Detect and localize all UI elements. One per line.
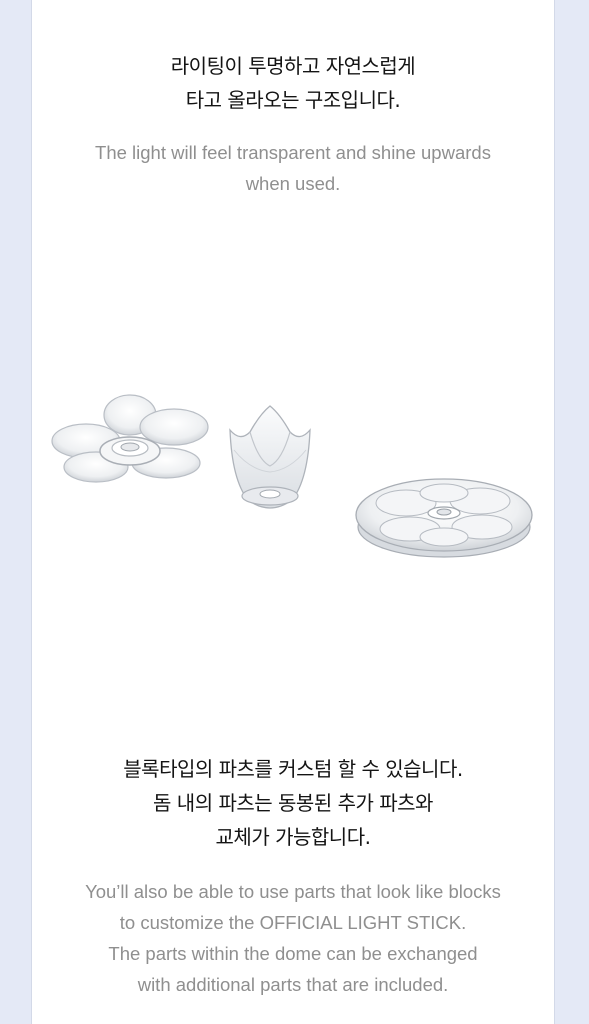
section2-korean-line-3: 교체가 가능합니다. [215, 825, 371, 849]
section1-english-line-2: when used. [245, 173, 341, 194]
section2-english-line-4: with additional parts that are included. [137, 974, 449, 995]
tulip-part-middle [229, 405, 311, 509]
section2-korean-line-2: 돔 내의 파츠는 동봉된 추가 파츠와 [153, 791, 433, 815]
section1-korean-text: 라이팅이 투명하고 자연스럽게 타고 올라오는 구조입니다. [32, 49, 554, 117]
section2-english-line-2: to customize the OFFICIAL LIGHT STICK. [119, 912, 467, 933]
section1-korean-line-2: 타고 올라오는 구조입니다. [185, 88, 401, 112]
section2-english-line-3: The parts within the dome can be exchang… [108, 943, 478, 964]
section2-english-text: You’ll also be able to use parts that lo… [32, 876, 554, 1000]
content-panel: 라이팅이 투명하고 자연스럽게 타고 올라오는 구조입니다. The light… [31, 0, 555, 1024]
section1-english-text: The light will feel transparent and shin… [32, 137, 554, 199]
section2-korean-line-1: 블록타입의 파츠를 커스텀 할 수 있습니다. [123, 757, 463, 781]
section1-english-line-1: The light will feel transparent and shin… [95, 142, 491, 163]
flower-part-flat-left [51, 394, 209, 483]
section2-english-line-1: You’ll also be able to use parts that lo… [85, 881, 501, 902]
section2-korean-text: 블록타입의 파츠를 커스텀 할 수 있습니다. 돔 내의 파츠는 동봉된 추가 … [32, 752, 554, 854]
light-stick-parts-photo [51, 394, 533, 558]
section1-korean-line-1: 라이팅이 투명하고 자연스럽게 [170, 54, 416, 78]
flower-disc-part-right [355, 478, 533, 558]
